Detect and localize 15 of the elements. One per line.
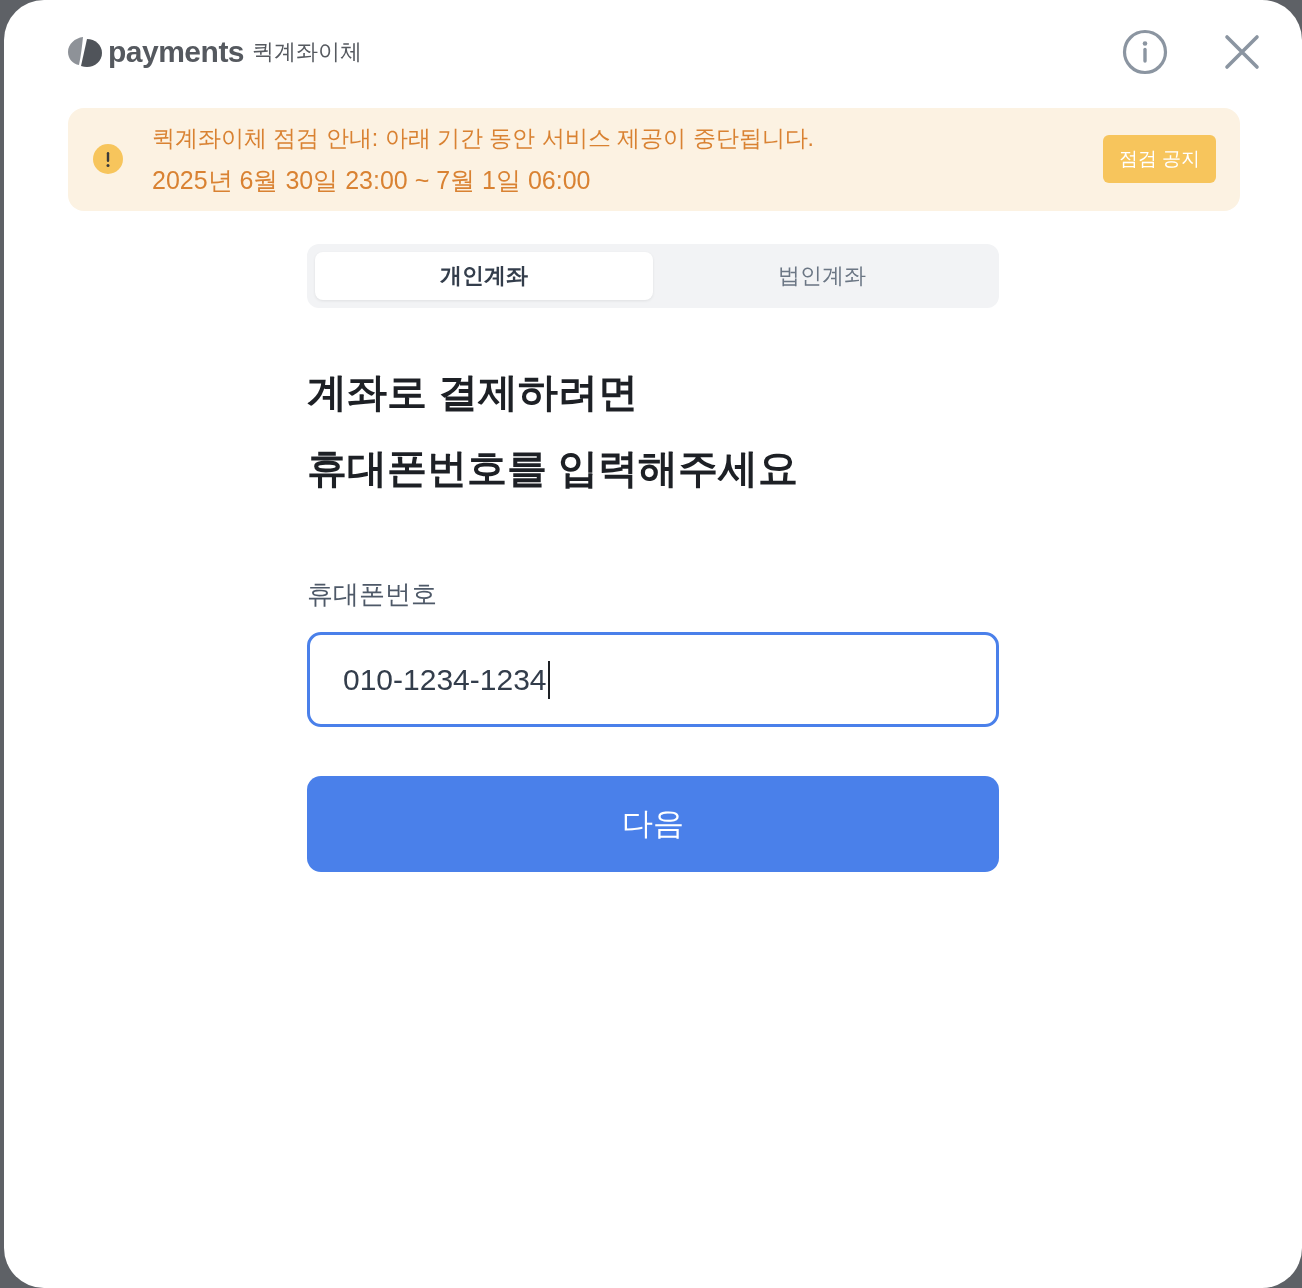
- info-icon[interactable]: [1122, 29, 1168, 75]
- logo-icon: [68, 36, 102, 68]
- notice-period: 2025년 6월 30일 23:00 ~ 7월 1일 06:00: [152, 165, 592, 196]
- page-heading: 계좌로 결제하려면 휴대폰번호를 입력해주세요: [307, 369, 800, 492]
- close-icon[interactable]: [1224, 34, 1260, 70]
- notice-message: 퀵계좌이체 점검 안내: 아래 기간 동안 서비스 제공이 중단됩니다.: [152, 124, 815, 153]
- phone-input-field[interactable]: 010-1234-1234: [307, 632, 999, 727]
- text-cursor-icon: [547, 660, 550, 699]
- warning-icon: [93, 144, 123, 174]
- logo-wordmark: payments: [108, 34, 245, 70]
- account-tab[interactable]: 개인계좌: [315, 252, 653, 300]
- field-label: 휴대폰번호: [307, 578, 438, 611]
- product-name: 퀵계좌이체: [252, 38, 363, 66]
- next-button[interactable]: 다음: [307, 776, 999, 872]
- account-tab[interactable]: 법인계좌: [653, 252, 991, 300]
